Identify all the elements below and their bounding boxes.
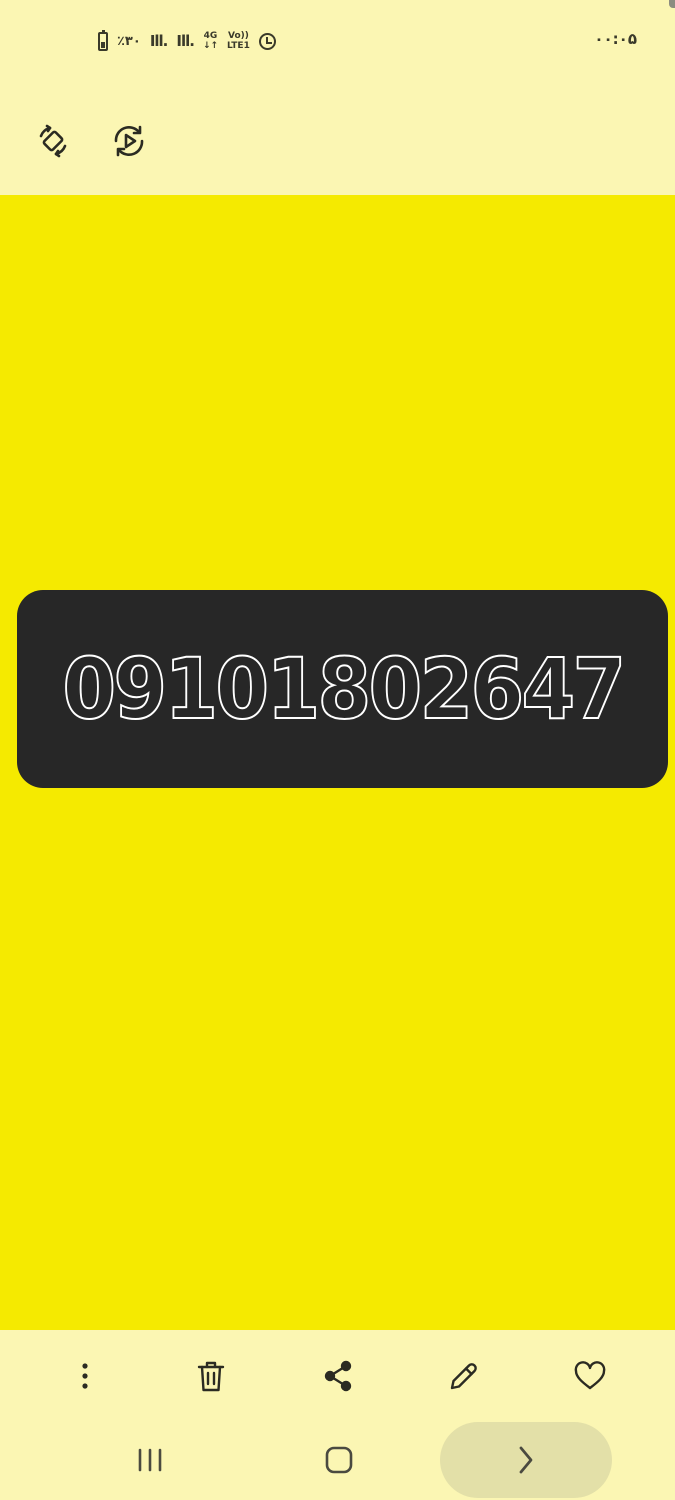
share-button[interactable] [314,1352,362,1400]
action-bar [0,1330,675,1420]
status-icons: ٪۳۰ Ill. Ill. 4G ↓↑ Vo)) LTE1 [98,28,276,54]
status-time: ۰۰:۰۵ [594,30,637,48]
volte-icon: Vo)) LTE1 [227,31,250,51]
motion-photo-icon [114,125,144,157]
forward-icon [519,1446,533,1474]
home-button[interactable] [313,1420,365,1500]
share-icon [324,1360,352,1392]
status-bar: ٪۳۰ Ill. Ill. 4G ↓↑ Vo)) LTE1 ۰۰:۰۵ [0,0,675,80]
signal-1-icon: Ill. [149,32,169,50]
delete-button[interactable] [187,1352,235,1400]
volte-label: Vo)) [227,31,249,41]
number-card: 09101802647 [17,590,668,788]
home-icon [325,1446,353,1474]
network-type: 4G [203,31,218,41]
edit-icon [450,1363,477,1390]
signal-2-icon: Ill. [176,32,195,50]
favorite-button[interactable] [566,1352,614,1400]
favorite-icon [574,1361,606,1390]
rotate-button[interactable] [30,118,76,164]
more-options-button[interactable] [61,1352,109,1400]
edit-button[interactable] [440,1352,488,1400]
delete-icon [197,1361,225,1392]
network-arrows: ↓↑ [202,41,219,51]
phone-number-text: 09101802647 [61,639,627,739]
photo-viewer[interactable]: 09101802647 [0,195,675,1330]
rotate-screen-icon [39,124,67,158]
motion-photo-button[interactable] [106,118,152,164]
navigation-bar [0,1420,675,1500]
recent-apps-icon [138,1448,162,1472]
network-4g-icon: 4G ↓↑ [203,31,218,51]
battery-percent: ٪۳۰ [117,33,141,49]
alarm-icon [258,32,276,50]
forward-button[interactable] [440,1422,612,1498]
more-options-icon [82,1363,88,1389]
lte-label: LTE1 [227,41,250,51]
battery-icon [98,29,108,51]
image-toolbar [30,118,152,164]
recent-apps-button[interactable] [125,1420,175,1500]
camera-cutout [669,0,675,8]
